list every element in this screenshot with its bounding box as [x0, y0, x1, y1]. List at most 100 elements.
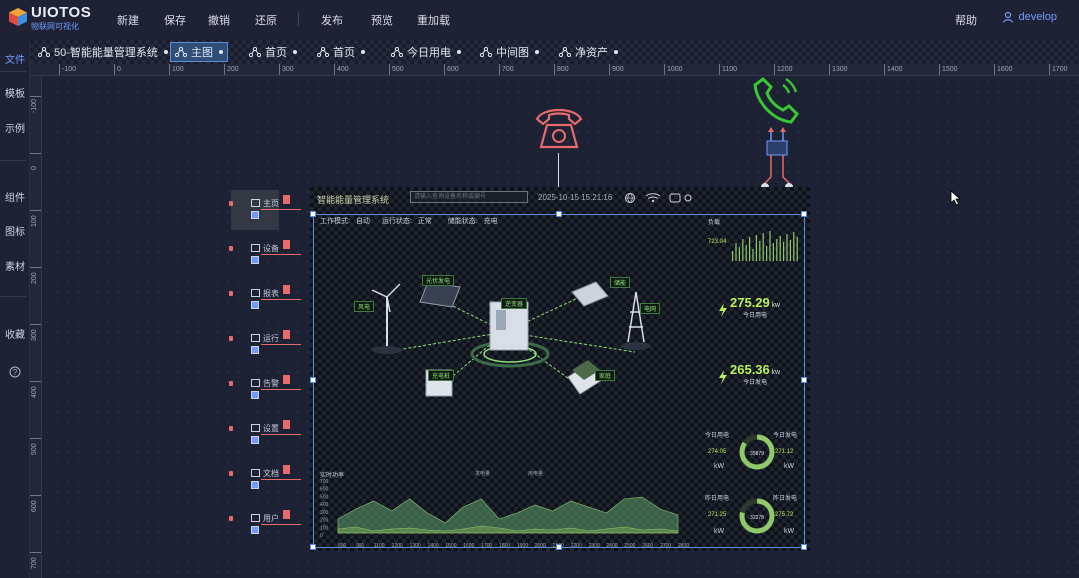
menu-divider	[298, 12, 299, 26]
flow-icon	[480, 47, 492, 57]
design-canvas[interactable]: 主页 设备 报表 运行 告警 设置 文档 用户 智能能量管理系统 请输入查询设备名称或编号 2…	[43, 77, 1079, 578]
side-item-tag	[251, 436, 259, 444]
nav-example[interactable]: 示例	[0, 120, 30, 135]
resize-handle-ne[interactable]	[801, 211, 807, 217]
telephone-icon[interactable]	[533, 103, 585, 153]
side-menu-item[interactable]: 报表	[229, 285, 301, 309]
nav-template[interactable]: 模板	[0, 85, 30, 100]
svg-text:?: ?	[13, 368, 18, 377]
ruler-tick: 1500	[939, 64, 958, 75]
ruler-tick: 700	[30, 552, 41, 578]
ruler-tick: 800	[554, 64, 569, 75]
side-marker-icon	[229, 471, 233, 476]
resize-handle-se[interactable]	[801, 544, 807, 550]
help-circle-icon[interactable]: ?	[9, 366, 21, 378]
ruler-tick: 700	[499, 64, 514, 75]
menu-new[interactable]: 新建	[117, 12, 139, 28]
resize-handle-e[interactable]	[801, 377, 807, 383]
flow-icon	[391, 47, 403, 57]
side-menu-item[interactable]: 运行	[229, 330, 301, 354]
tab-dot	[361, 50, 365, 54]
help-link[interactable]: 帮助	[955, 12, 977, 28]
side-item-arrow	[261, 299, 301, 300]
ruler-tick: 1300	[829, 64, 848, 75]
ruler-tick: 300	[30, 324, 41, 354]
side-item-icon	[251, 469, 260, 477]
menu-publish[interactable]: 发布	[321, 12, 343, 28]
dashboard-search[interactable]: 请输入查询设备名称或编号	[410, 191, 528, 203]
ruler-tick: 400	[334, 64, 349, 75]
tab-main[interactable]: 主图	[170, 42, 228, 62]
side-item-arrow	[261, 479, 301, 480]
ruler-tick: 900	[609, 64, 624, 75]
resize-handle-sw[interactable]	[310, 544, 316, 550]
side-item-arrow	[261, 524, 301, 525]
tab-project[interactable]: 50-智能能量管理系统	[34, 42, 172, 62]
ruler-tick: 600	[30, 495, 41, 525]
side-item-badge	[283, 330, 290, 339]
tab-today-usage[interactable]: 今日用电	[387, 42, 465, 62]
ruler-tick: 1000	[664, 64, 683, 75]
side-item-icon	[251, 199, 260, 207]
logo-title: UIOTOS	[31, 4, 92, 21]
tab-home-2[interactable]: 首页	[313, 42, 369, 62]
tab-home-1[interactable]: 首页	[245, 42, 301, 62]
tab-dot	[457, 50, 461, 54]
ruler-tick: -100	[30, 96, 41, 126]
resize-handle-w[interactable]	[310, 377, 316, 383]
side-marker-icon	[229, 246, 233, 251]
tab-label: 主图	[191, 47, 213, 59]
resize-handle-n[interactable]	[556, 211, 562, 217]
side-item-tag	[251, 526, 259, 534]
resize-handle-s[interactable]	[556, 544, 562, 550]
selection-frame	[313, 214, 805, 548]
ruler-tick: 1200	[774, 64, 793, 75]
menu-undo[interactable]: 撤销	[208, 12, 230, 28]
side-item-badge	[283, 420, 290, 429]
ruler-tick: 1700	[1049, 64, 1068, 75]
side-menu-item[interactable]: 告警	[229, 375, 301, 399]
side-menu-item[interactable]: 用户	[229, 510, 301, 534]
side-item-label: 报表	[263, 289, 279, 298]
side-item-badge	[283, 465, 290, 474]
nav-favorite[interactable]: 收藏	[0, 326, 30, 341]
side-menu-item[interactable]: 设备	[229, 240, 301, 264]
side-item-label: 主页	[263, 199, 279, 208]
nav-component[interactable]: 组件	[0, 189, 30, 204]
menu-reload[interactable]: 重加载	[417, 12, 450, 28]
side-item-arrow	[261, 344, 301, 345]
side-menu-item[interactable]: 主页	[229, 195, 301, 219]
side-menu-item[interactable]: 文档	[229, 465, 301, 489]
tab-net-assets[interactable]: 净资产	[555, 42, 622, 62]
tab-label: 净资产	[575, 47, 608, 59]
ruler-tick: 500	[30, 438, 41, 468]
side-item-label: 文档	[263, 469, 279, 478]
nav-material[interactable]: 素材	[0, 258, 30, 273]
resize-handle-nw[interactable]	[310, 211, 316, 217]
side-item-badge	[283, 375, 290, 384]
dashboard-title: 智能能量管理系统	[317, 195, 390, 205]
phone-call-icon[interactable]	[751, 77, 803, 131]
menu-redo[interactable]: 还原	[255, 12, 277, 28]
logo-cube-icon	[9, 8, 27, 26]
side-item-tag	[251, 256, 259, 264]
ruler-tick: 0	[114, 64, 121, 75]
side-marker-icon	[229, 336, 233, 341]
side-item-icon	[251, 289, 260, 297]
user-name: develop	[1018, 11, 1057, 23]
side-item-badge	[283, 510, 290, 519]
nav-divider	[0, 71, 26, 72]
menu-save[interactable]: 保存	[164, 12, 186, 28]
side-item-tag	[251, 481, 259, 489]
menu-preview[interactable]: 预览	[371, 12, 393, 28]
side-item-label: 用户	[263, 514, 279, 523]
nav-icon[interactable]: 图标	[0, 223, 30, 238]
user-menu[interactable]: develop	[1002, 11, 1057, 23]
tab-label: 今日用电	[407, 47, 451, 59]
nav-file[interactable]: 文件	[0, 51, 30, 66]
side-item-badge	[283, 285, 290, 294]
mouse-cursor-icon	[950, 190, 962, 206]
tab-middle[interactable]: 中间图	[476, 42, 543, 62]
side-menu-item[interactable]: 设置	[229, 420, 301, 444]
side-item-icon	[251, 379, 260, 387]
